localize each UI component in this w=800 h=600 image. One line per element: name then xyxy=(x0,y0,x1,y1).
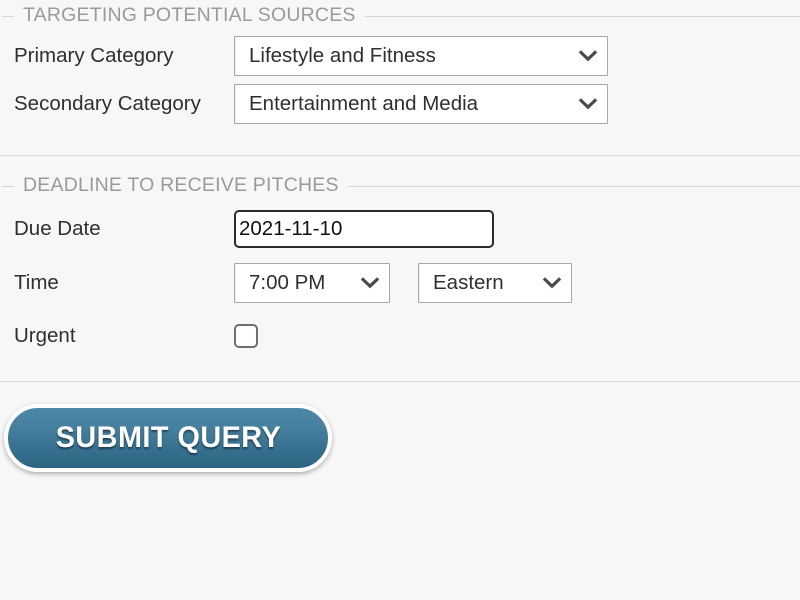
chevron-down-icon xyxy=(579,98,597,110)
row-time: Time 7:00 PM Eastern xyxy=(0,256,800,310)
section-legend-targeting: TARGETING POTENTIAL SOURCES xyxy=(0,0,800,32)
label-time: Time xyxy=(14,270,59,294)
submit-query-button-label: SUBMIT QUERY xyxy=(55,421,281,454)
section-title-deadline: DEADLINE TO RECEIVE PITCHES xyxy=(23,174,339,197)
select-timezone[interactable]: Eastern xyxy=(418,263,572,303)
select-primary-category-value: Lifestyle and Fitness xyxy=(249,45,436,67)
legend-rule-left xyxy=(2,15,14,17)
legend-rule-left xyxy=(2,185,14,187)
legend-rule-right xyxy=(364,15,800,17)
legend-rule-right xyxy=(347,185,800,187)
row-urgent: Urgent xyxy=(0,310,800,362)
section-legend-deadline: DEADLINE TO RECEIVE PITCHES xyxy=(0,170,800,202)
label-due-date: Due Date xyxy=(14,216,101,240)
urgent-checkbox[interactable] xyxy=(234,324,258,348)
select-primary-category[interactable]: Lifestyle and Fitness xyxy=(234,36,608,76)
form-footer: SUBMIT QUERY xyxy=(0,382,800,472)
submit-query-button[interactable]: SUBMIT QUERY xyxy=(4,404,332,472)
chevron-down-icon xyxy=(579,50,597,62)
due-date-input[interactable] xyxy=(234,210,494,248)
control-urgent xyxy=(234,324,258,348)
label-secondary-category: Secondary Category xyxy=(14,91,201,115)
row-due-date: Due Date xyxy=(0,202,800,256)
select-time[interactable]: 7:00 PM xyxy=(234,263,390,303)
select-time-value: 7:00 PM xyxy=(249,272,326,294)
section-targeting-potential-sources: TARGETING POTENTIAL SOURCES Primary Cate… xyxy=(0,0,800,128)
section-title-targeting: TARGETING POTENTIAL SOURCES xyxy=(23,4,356,27)
select-timezone-value: Eastern xyxy=(433,272,504,294)
select-secondary-category[interactable]: Entertainment and Media xyxy=(234,84,608,124)
label-primary-category: Primary Category xyxy=(14,43,174,67)
row-secondary-category: Secondary Category Entertainment and Med… xyxy=(0,80,800,128)
control-due-date xyxy=(234,210,494,248)
section-deadline-to-receive-pitches: DEADLINE TO RECEIVE PITCHES Due Date Tim… xyxy=(0,156,800,362)
control-primary-category: Lifestyle and Fitness xyxy=(234,36,608,76)
label-urgent: Urgent xyxy=(14,323,76,347)
chevron-down-icon xyxy=(543,277,561,289)
control-time: 7:00 PM Eastern xyxy=(234,263,572,303)
row-primary-category: Primary Category Lifestyle and Fitness xyxy=(0,32,800,80)
select-secondary-category-value: Entertainment and Media xyxy=(249,93,479,115)
chevron-down-icon xyxy=(361,277,379,289)
control-secondary-category: Entertainment and Media xyxy=(234,84,608,124)
query-form-page: TARGETING POTENTIAL SOURCES Primary Cate… xyxy=(0,0,800,600)
